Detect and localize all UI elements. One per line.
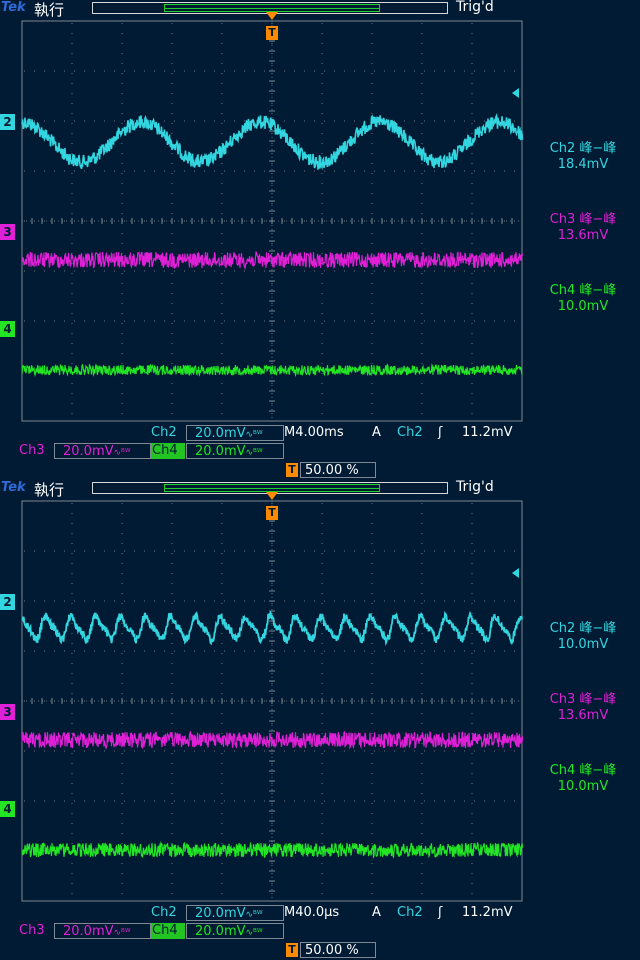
meas-label: Ch2 峰−峰 <box>549 141 617 156</box>
trigger-level-arrow <box>512 568 519 578</box>
ch3-ground-marker[interactable]: 3 <box>0 224 15 240</box>
ch2-label[interactable]: Ch2 <box>151 425 177 441</box>
timebase[interactable]: M4.00ms <box>284 425 344 441</box>
ch4-ground-marker[interactable]: 4 <box>0 801 15 817</box>
meas-label: Ch4 峰−峰 <box>549 763 617 778</box>
trigger-source[interactable]: Ch2 <box>397 905 423 921</box>
trigger-mode[interactable]: A <box>372 905 381 921</box>
bandwidth-limit-icon: ∿ᴮᵂ <box>113 448 131 458</box>
trigger-marker: T <box>266 26 278 40</box>
trigger-level[interactable]: 11.2mV <box>462 425 513 441</box>
ch4-scale[interactable]: 20.0mV∿ᴮᵂ <box>186 923 284 939</box>
trigger-position-arrow <box>266 492 278 500</box>
ch2-measurement: Ch2 峰−峰 18.4mV <box>526 141 640 173</box>
bandwidth-limit-icon: ∿ᴮᵂ <box>245 910 263 920</box>
ch4-scale[interactable]: 20.0mV∿ᴮᵂ <box>186 443 284 459</box>
ch2-waveform <box>21 610 523 647</box>
trigger-mode[interactable]: A <box>372 425 381 441</box>
ch2-ground-marker[interactable]: 2 <box>0 594 15 610</box>
meas-value: 10.0mV <box>557 779 609 794</box>
trigger-position-arrow <box>266 12 278 20</box>
meas-value: 13.6mV <box>557 228 609 243</box>
ch3-label[interactable]: Ch3 <box>19 443 45 459</box>
ch3-scale-value: 20.0mV <box>63 924 114 939</box>
ch4-ground-marker[interactable]: 4 <box>0 321 15 337</box>
timebase[interactable]: M40.0µs <box>284 905 339 921</box>
ch4-scale-value: 20.0mV <box>195 444 246 459</box>
ch2-scale[interactable]: 20.0mV∿ᴮᵂ <box>186 905 284 921</box>
ch4-label[interactable]: Ch4 <box>151 923 185 939</box>
meas-value: 10.0mV <box>557 299 609 314</box>
ch3-label[interactable]: Ch3 <box>19 923 45 939</box>
trigger-position-icon: T <box>286 463 298 477</box>
meas-label: Ch4 峰−峰 <box>549 283 617 298</box>
ch3-measurement: Ch3 峰−峰 13.6mV <box>526 212 640 244</box>
ch3-scale[interactable]: 20.0mV∿ᴮᵂ <box>54 443 151 459</box>
ch2-ground-marker[interactable]: 2 <box>0 114 15 130</box>
trigger-position-icon: T <box>286 943 298 957</box>
ch3-measurement: Ch3 峰−峰 13.6mV <box>526 692 640 724</box>
ch3-ground-marker[interactable]: 3 <box>0 704 15 720</box>
ch4-measurement: Ch4 峰−峰 10.0mV <box>526 763 640 795</box>
ch2-scale-value: 20.0mV <box>195 906 246 921</box>
meas-label: Ch3 峰−峰 <box>549 212 617 227</box>
meas-value: 10.0mV <box>557 637 609 652</box>
meas-label: Ch2 峰−峰 <box>549 621 617 636</box>
trigger-position[interactable]: 50.00 % <box>300 942 376 958</box>
meas-value: 13.6mV <box>557 708 609 723</box>
scope-screen-top: Tek 執行 Trig'd T 2 3 4 Ch2 峰−峰 18.4mV Ch3… <box>0 0 640 480</box>
graticule <box>21 20 523 422</box>
bandwidth-limit-icon: ∿ᴮᵂ <box>245 448 263 458</box>
meas-value: 18.4mV <box>557 157 609 172</box>
bandwidth-limit-icon: ∿ᴮᵂ <box>245 430 263 440</box>
meas-label: Ch3 峰−峰 <box>549 692 617 707</box>
trigger-source[interactable]: Ch2 <box>397 425 423 441</box>
ch2-scale-value: 20.0mV <box>195 426 246 441</box>
ch4-measurement: Ch4 峰−峰 10.0mV <box>526 283 640 315</box>
trigger-position[interactable]: 50.00 % <box>300 462 376 478</box>
trigger-slope-icon: ʃ <box>438 425 443 440</box>
bandwidth-limit-icon: ∿ᴮᵂ <box>245 928 263 938</box>
trigger-level[interactable]: 11.2mV <box>462 905 513 921</box>
ch2-label[interactable]: Ch2 <box>151 905 177 921</box>
ch2-scale[interactable]: 20.0mV∿ᴮᵂ <box>186 425 284 441</box>
graticule <box>21 500 523 902</box>
bandwidth-limit-icon: ∿ᴮᵂ <box>113 928 131 938</box>
ch3-scale[interactable]: 20.0mV∿ᴮᵂ <box>54 923 151 939</box>
ch3-scale-value: 20.0mV <box>63 444 114 459</box>
ch4-label[interactable]: Ch4 <box>151 443 185 459</box>
trigger-marker: T <box>266 506 278 520</box>
ch4-scale-value: 20.0mV <box>195 924 246 939</box>
trigger-slope-icon: ʃ <box>438 905 443 920</box>
trigger-level-arrow <box>512 88 519 98</box>
scope-screen-bottom: Tek 執行 Trig'd T 2 3 4 Ch2 峰−峰 10.0mV Ch3… <box>0 479 640 960</box>
ch2-measurement: Ch2 峰−峰 10.0mV <box>526 621 640 653</box>
